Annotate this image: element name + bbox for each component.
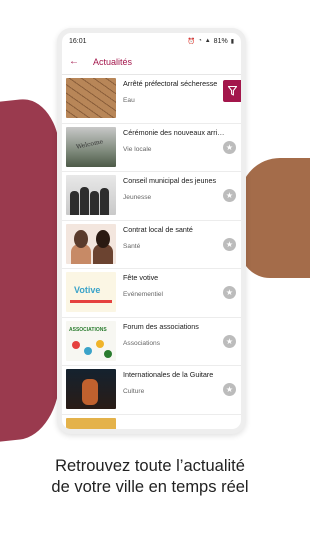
list-item[interactable] — [62, 415, 241, 429]
news-title: Conseil municipal des jeunes — [123, 176, 217, 185]
star-icon[interactable]: ★ — [223, 383, 236, 396]
news-thumbnail: Votive — [66, 272, 116, 312]
status-bar: 16:01 ⏰ ◔ ▲ 81% ▮ — [62, 33, 241, 49]
star-icon[interactable]: ★ — [223, 286, 236, 299]
star-icon[interactable]: ★ — [223, 334, 236, 348]
list-item[interactable]: Welcome Cérémonie des nouveaux arriva...… — [62, 124, 241, 172]
news-category: Eau — [123, 97, 135, 104]
news-title: Contrat local de santé — [123, 224, 193, 234]
list-item[interactable]: Conseil municipal des jeunes Jeunesse ★ — [62, 172, 241, 221]
news-title: Arrêté préfectoral sécheresse — [123, 79, 218, 88]
news-thumbnail — [66, 417, 116, 429]
news-thumbnail — [66, 175, 116, 215]
wifi-icon: ◔ — [198, 38, 202, 44]
phone-mockup: 16:01 ⏰ ◔ ▲ 81% ▮ ← Actualités Arrêté pr… — [57, 28, 246, 434]
battery-level: 81% — [213, 37, 228, 45]
page-title: Actualités — [93, 56, 133, 67]
caption-line-1: Retrouvez toute l’actualité — [55, 457, 245, 475]
star-icon[interactable]: ★ — [223, 140, 236, 154]
caption-line-2: de votre ville en temps réel — [51, 478, 249, 496]
news-title: Cérémonie des nouveaux arriva... — [123, 127, 228, 137]
thumb-label: Welcome — [75, 137, 104, 151]
background-shape-right — [240, 158, 310, 278]
status-time: 16:01 — [69, 37, 87, 45]
news-thumbnail — [66, 223, 116, 264]
list-item[interactable]: ASSOCIATIONS Forum des associations Asso… — [62, 318, 241, 366]
status-icons: ⏰ ◔ ▲ 81% ▮ — [188, 38, 234, 45]
news-category: Culture — [123, 388, 145, 395]
list-item[interactable]: Contrat local de santé Santé ★ — [62, 221, 241, 269]
arrow-left-icon[interactable]: ← — [69, 56, 79, 67]
news-category: Vie locale — [123, 145, 152, 153]
list-item[interactable]: Internationales de la Guitare Culture ★ — [62, 366, 241, 415]
news-category: Evénementiel — [123, 291, 163, 298]
news-title: Fête votive — [123, 273, 159, 282]
promo-caption: Retrouvez toute l’actualité de votre vil… — [0, 456, 300, 498]
background-shape-left — [0, 95, 60, 445]
list-item[interactable]: Votive Fête votive Evénementiel ★ — [62, 269, 241, 318]
news-thumbnail: Welcome — [66, 126, 116, 167]
news-title: Forum des associations — [123, 321, 199, 331]
thumb-label: Votive — [74, 285, 101, 295]
app-bar: ← Actualités — [62, 49, 241, 75]
thumb-label: ASSOCIATIONS — [69, 326, 107, 333]
news-title: Internationales de la Guitare — [123, 370, 214, 379]
news-list: Arrêté préfectoral sécheresse Eau Welcom… — [62, 75, 241, 429]
list-item[interactable]: Arrêté préfectoral sécheresse Eau — [62, 75, 241, 124]
news-thumbnail — [66, 78, 116, 118]
battery-icon: ▮ — [230, 38, 234, 45]
news-category: Santé — [123, 242, 141, 250]
news-category: Associations — [123, 339, 161, 347]
funnel-icon — [227, 86, 237, 96]
filter-button[interactable] — [223, 80, 241, 102]
alarm-icon: ⏰ — [187, 38, 196, 45]
star-icon[interactable]: ★ — [223, 189, 236, 202]
news-thumbnail: ASSOCIATIONS — [66, 320, 116, 361]
signal-icon: ▲ — [204, 38, 211, 44]
news-category: Jeunesse — [123, 194, 152, 201]
news-thumbnail — [66, 369, 116, 409]
star-icon[interactable]: ★ — [223, 237, 236, 251]
